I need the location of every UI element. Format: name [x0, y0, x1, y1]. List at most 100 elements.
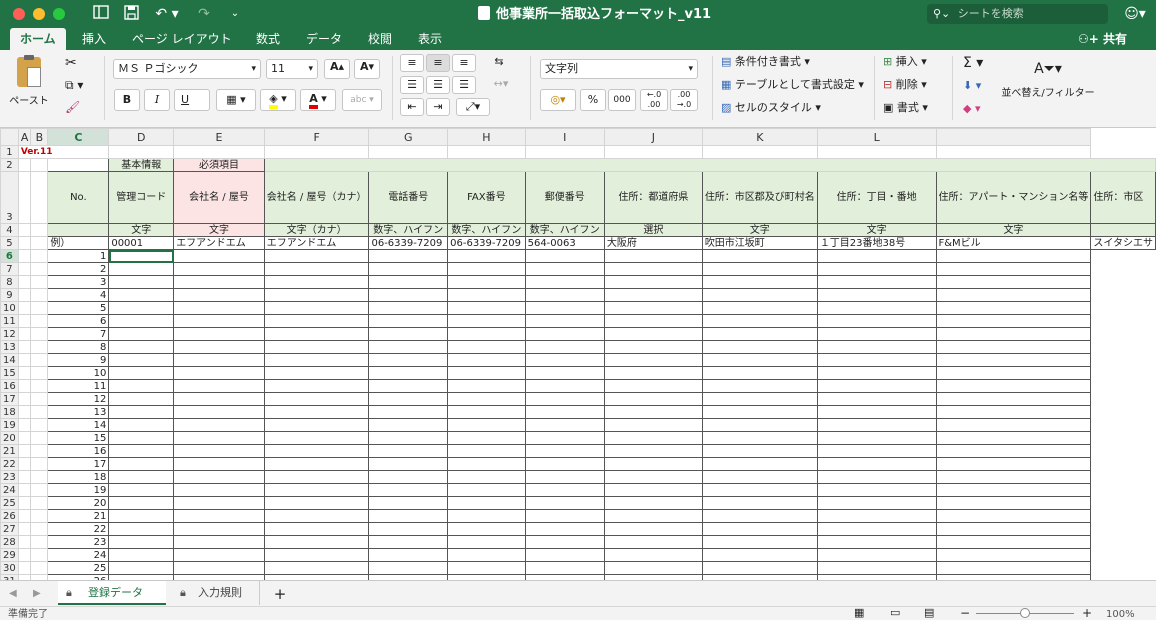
entry-cell[interactable] [263, 353, 370, 367]
row-number-cell[interactable]: 18 [47, 470, 110, 484]
entry-cell[interactable] [108, 288, 175, 302]
entry-cell[interactable] [701, 366, 818, 380]
entry-cell[interactable] [816, 301, 937, 315]
format-painter-icon[interactable]: 🖌 [64, 98, 90, 114]
row-header[interactable]: 9 [0, 288, 19, 302]
entry-cell[interactable] [935, 509, 1092, 523]
cell[interactable] [30, 340, 49, 354]
type-prefecture[interactable]: 選択 [603, 223, 703, 237]
entry-cell[interactable] [447, 353, 526, 367]
cell[interactable] [17, 262, 32, 276]
entry-cell[interactable] [263, 470, 370, 484]
entry-cell[interactable] [701, 522, 818, 536]
entry-cell[interactable] [263, 548, 370, 562]
entry-cell[interactable] [368, 418, 449, 432]
tab-data[interactable]: データ [306, 28, 342, 50]
cell[interactable] [17, 522, 32, 536]
cell[interactable] [17, 561, 32, 575]
borders-button[interactable]: ▦ ▾ [216, 89, 256, 111]
entry-cell[interactable] [368, 496, 449, 510]
entry-cell[interactable] [935, 353, 1092, 367]
entry-cell[interactable] [108, 470, 175, 484]
header-company-kana[interactable]: 会社名 / 屋号（カナ） [263, 171, 370, 224]
header-postal-code[interactable]: 郵便番号 [524, 171, 605, 224]
row-header[interactable]: 12 [0, 327, 19, 341]
cell[interactable] [108, 145, 175, 159]
row-number-cell[interactable]: 19 [47, 483, 110, 497]
header-city[interactable]: 住所：市区郡及び町村名 [701, 171, 818, 224]
entry-cell[interactable] [935, 249, 1092, 263]
cell[interactable] [17, 457, 32, 471]
wrap-text-icon[interactable]: ⇆ [488, 54, 510, 72]
entry-cell[interactable] [368, 366, 449, 380]
entry-cell[interactable] [701, 457, 818, 471]
row-header[interactable]: 14 [0, 353, 19, 367]
normal-view-icon[interactable]: ▦ [854, 607, 864, 619]
cell[interactable] [17, 353, 32, 367]
customize-toolbar-icon[interactable]: ⌄ [228, 5, 242, 23]
italic-button[interactable]: I [144, 89, 170, 111]
prev-sheet-icon[interactable]: ◀ [8, 586, 22, 600]
cell[interactable] [30, 457, 49, 471]
column-header-a[interactable]: A [17, 128, 32, 146]
row-header[interactable]: 2 [0, 158, 19, 172]
entry-cell[interactable] [263, 366, 370, 380]
minimize-window-button[interactable] [33, 8, 45, 20]
row-header[interactable]: 27 [0, 522, 19, 536]
entry-cell[interactable] [603, 392, 703, 406]
version-cell[interactable]: Ver.11 [17, 145, 110, 159]
entry-cell[interactable] [368, 327, 449, 341]
group-fill[interactable] [263, 158, 1156, 172]
cell[interactable] [47, 158, 110, 172]
entry-cell[interactable] [368, 444, 449, 458]
entry-cell[interactable] [263, 418, 370, 432]
entry-cell[interactable] [603, 301, 703, 315]
entry-cell[interactable] [524, 483, 605, 497]
cell[interactable] [17, 496, 32, 510]
entry-cell[interactable] [263, 275, 370, 289]
row-header[interactable]: 8 [0, 275, 19, 289]
entry-cell[interactable] [263, 301, 370, 315]
entry-cell[interactable] [701, 470, 818, 484]
decrease-font-size-button[interactable]: A▾ [354, 59, 380, 79]
row-header[interactable]: 7 [0, 262, 19, 276]
column-header-e[interactable]: E [173, 128, 265, 146]
cell[interactable] [30, 483, 49, 497]
entry-cell[interactable] [603, 418, 703, 432]
entry-cell[interactable] [603, 431, 703, 445]
row-header[interactable]: 24 [0, 483, 19, 497]
entry-cell[interactable] [524, 353, 605, 367]
cell[interactable] [17, 275, 32, 289]
entry-cell[interactable] [173, 496, 265, 510]
header-building[interactable]: 住所：アパート・マンション名等 [935, 171, 1092, 224]
undo-icon[interactable]: ↶ ▾ [152, 5, 182, 23]
entry-cell[interactable] [173, 366, 265, 380]
entry-cell[interactable] [524, 314, 605, 328]
entry-cell[interactable] [368, 392, 449, 406]
column-header-d[interactable]: D [108, 128, 175, 146]
column-header-b[interactable]: B [30, 128, 49, 146]
column-header-h[interactable]: H [447, 128, 526, 146]
row-header[interactable]: 13 [0, 340, 19, 354]
cell[interactable] [30, 418, 49, 432]
entry-cell[interactable] [701, 288, 818, 302]
entry-cell[interactable] [368, 249, 449, 263]
entry-cell[interactable] [173, 301, 265, 315]
zoom-window-button[interactable] [53, 8, 65, 20]
entry-cell[interactable] [263, 496, 370, 510]
entry-cell[interactable] [935, 314, 1092, 328]
accounting-format-icon[interactable]: ◎▾ [540, 89, 576, 111]
header-fax[interactable]: FAX番号 [447, 171, 526, 224]
entry-cell[interactable] [447, 262, 526, 276]
entry-cell[interactable] [524, 431, 605, 445]
tab-review[interactable]: 校閲 [368, 28, 392, 50]
entry-cell[interactable] [173, 288, 265, 302]
row-header[interactable]: 23 [0, 470, 19, 484]
row-header[interactable]: 30 [0, 561, 19, 575]
entry-cell[interactable] [524, 379, 605, 393]
entry-cell[interactable] [447, 340, 526, 354]
cell[interactable] [30, 327, 49, 341]
entry-cell[interactable] [108, 275, 175, 289]
entry-cell[interactable] [173, 262, 265, 276]
entry-cell[interactable] [816, 275, 937, 289]
